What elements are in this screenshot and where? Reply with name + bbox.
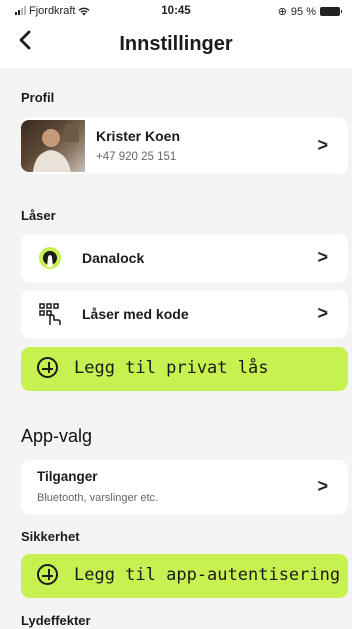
keypad-code-icon — [39, 303, 61, 325]
lock-item-code[interactable]: Låser med kode > — [21, 290, 348, 338]
section-app-options-label: App-valg — [21, 426, 93, 446]
chevron-right-icon: > — [317, 135, 328, 155]
danalock-logo-icon — [39, 247, 61, 269]
avatar — [21, 120, 85, 172]
lock-item-danalock[interactable]: Danalock > — [21, 234, 348, 282]
access-subtitle: Bluetooth, varslinger etc. — [37, 492, 159, 504]
section-locks-label: Låser — [21, 208, 56, 223]
chevron-right-icon: > — [317, 303, 328, 323]
add-app-authentication-button[interactable]: Legg til app-autentisering — [21, 554, 348, 598]
chevron-right-icon: > — [317, 476, 328, 496]
add-private-lock-label: Legg til privat lås — [74, 358, 269, 378]
status-bar: Fjordkraft 10:45 ⊕ 95 % — [0, 0, 352, 22]
page-title: Innstillinger — [119, 33, 233, 55]
chevron-right-icon: > — [317, 247, 328, 267]
access-settings-item[interactable]: Tilganger Bluetooth, varslinger etc. > — [21, 460, 348, 514]
lock-item-label: Danalock — [82, 250, 145, 266]
add-private-lock-button[interactable]: Legg til privat lås — [21, 347, 348, 391]
plus-circle-icon — [37, 564, 58, 585]
rotation-lock-icon: ⊕ — [277, 6, 287, 18]
add-app-authentication-label: Legg til app-autentisering — [74, 565, 341, 585]
battery-percent: 95 % — [290, 5, 316, 18]
navigation-bar: Innstillinger — [0, 22, 352, 68]
access-title: Tilganger — [37, 469, 98, 484]
section-profile-label: Profil — [21, 90, 55, 105]
section-security-label: Sikkerhet — [21, 529, 80, 544]
profile-card[interactable]: Krister Koen +47 920 25 151 > — [21, 118, 348, 174]
lock-item-label: Låser med kode — [82, 306, 189, 322]
battery-indicator: ⊕ 95 % — [277, 5, 342, 18]
profile-name: Krister Koen — [96, 128, 181, 144]
battery-icon — [320, 7, 342, 16]
settings-list[interactable]: Profil Krister Koen +47 920 25 151 > Lås… — [0, 68, 352, 629]
plus-circle-icon — [37, 357, 58, 378]
profile-phone: +47 920 25 151 — [96, 151, 177, 163]
section-sound-effects-label: Lydeffekter — [21, 613, 91, 628]
